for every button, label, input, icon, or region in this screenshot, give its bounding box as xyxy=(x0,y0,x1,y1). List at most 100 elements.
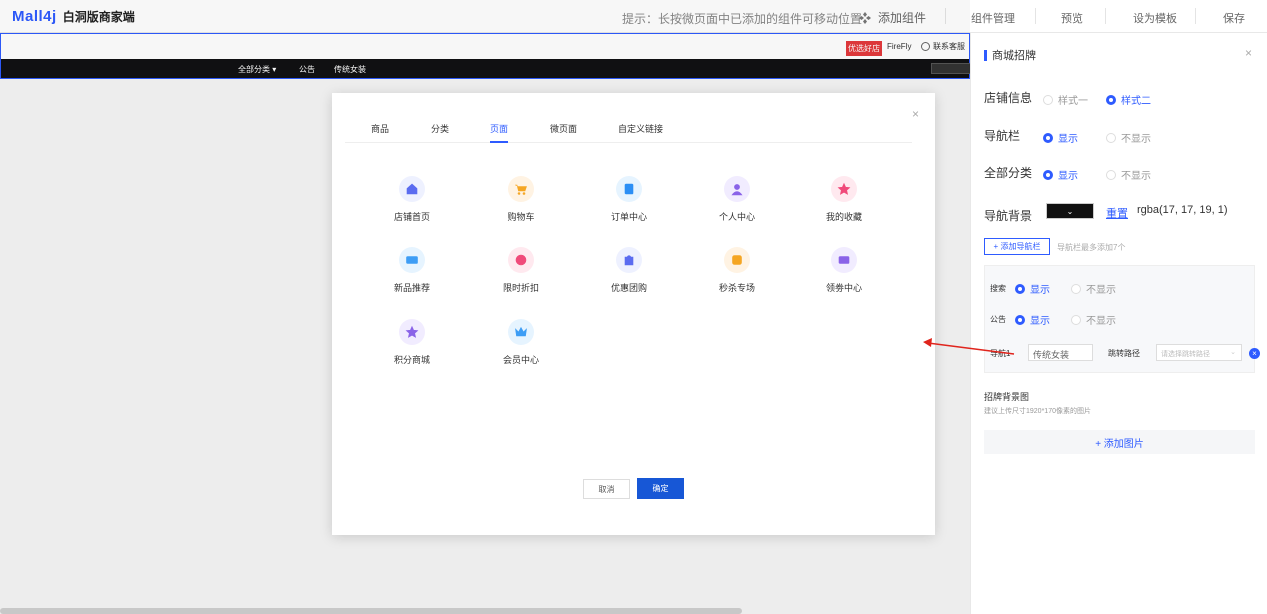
dialog-close-icon[interactable]: × xyxy=(912,107,919,121)
radio-navbar-hide[interactable]: 不显示 xyxy=(1106,130,1151,145)
jump-path-label: 跳转路径 xyxy=(1108,349,1140,358)
nav-bg-label: 导航背景 xyxy=(984,209,1033,223)
page-item[interactable]: 新品推荐 xyxy=(377,247,447,294)
cancel-button[interactable]: 取消 xyxy=(583,479,630,499)
radio-label: 显示 xyxy=(1058,134,1078,145)
jump-path-select[interactable]: 请选择跳转路径 ⌄ xyxy=(1156,344,1242,361)
radio-dot xyxy=(1071,314,1081,325)
coupon-icon xyxy=(831,247,857,273)
new-icon xyxy=(399,247,425,273)
radio-dot xyxy=(1106,94,1116,105)
radio-dot xyxy=(1043,169,1053,180)
radio-category-show[interactable]: 显示 xyxy=(1043,167,1078,182)
page-item-label: 店铺首页 xyxy=(393,212,430,222)
radio-dot xyxy=(1043,94,1053,105)
points-icon xyxy=(399,319,425,345)
panel-title-text: 商城招牌 xyxy=(992,50,1036,62)
divider xyxy=(1035,8,1036,24)
discount-icon xyxy=(508,247,534,273)
panel-title: 商城招牌 xyxy=(984,47,1036,63)
page-item[interactable]: 个人中心 xyxy=(702,176,772,223)
chevron-down-icon: ⌄ xyxy=(1230,349,1236,356)
page-item[interactable]: 秒杀专场 xyxy=(702,247,772,294)
radio-dot xyxy=(1043,132,1053,143)
red-arrow-annotation xyxy=(923,338,1015,355)
page-item[interactable]: 会员中心 xyxy=(486,319,556,366)
dialog-tabs: 商品 分类 页面 微页面 自定义链接 xyxy=(345,122,912,143)
tab-page[interactable]: 页面 xyxy=(490,122,509,143)
navbar-label: 导航栏 xyxy=(984,129,1021,143)
page-item-label: 个人中心 xyxy=(718,212,755,222)
nav-config-block: 搜索 显示 不显示 公告 显示 不显示 导航1 传统女装 跳转路径 请选择跳转路… xyxy=(984,265,1260,373)
bg-image-tip: 建议上传尺寸1920*170像素的图片 xyxy=(984,408,1091,415)
tab-product[interactable]: 商品 xyxy=(371,122,389,143)
page-item-label: 优惠团购 xyxy=(610,283,647,293)
page-item[interactable]: 优惠团购 xyxy=(594,247,664,294)
radio-navbar-show[interactable]: 显示 xyxy=(1043,130,1078,145)
page-item[interactable]: 限时折扣 xyxy=(486,247,556,294)
radio-label: 样式二 xyxy=(1121,96,1151,107)
color-value: rgba(17, 17, 19, 1) xyxy=(1137,204,1228,216)
notice-label: 公告 xyxy=(990,315,1006,324)
page-item[interactable]: 订单中心 xyxy=(594,176,664,223)
tab-micro-page[interactable]: 微页面 xyxy=(550,122,577,143)
save-button[interactable]: 保存 xyxy=(1223,10,1245,26)
radio-dot xyxy=(1071,283,1081,294)
chevron-down-icon: ⌄ xyxy=(1066,206,1074,216)
jump-path-placeholder: 请选择跳转路径 xyxy=(1161,351,1210,358)
page-item-label: 秒杀专场 xyxy=(718,283,755,293)
radio-dot xyxy=(1015,314,1025,325)
remove-nav-icon[interactable]: × xyxy=(1249,348,1260,359)
radio-dot xyxy=(1106,169,1116,180)
divider xyxy=(1195,8,1196,24)
page-item-label: 限时折扣 xyxy=(502,283,539,293)
page-item-label: 积分商城 xyxy=(393,355,430,365)
vip-icon xyxy=(508,319,534,345)
page-item-label: 购物车 xyxy=(507,212,535,222)
panel-close-icon[interactable]: × xyxy=(1245,46,1252,60)
radio-category-hide[interactable]: 不显示 xyxy=(1106,167,1151,182)
radio-dot xyxy=(1015,283,1025,294)
title-accent-bar xyxy=(984,49,987,61)
tab-custom-link[interactable]: 自定义链接 xyxy=(618,122,663,143)
radio-style-two[interactable]: 样式二 xyxy=(1106,92,1151,107)
confirm-button[interactable]: 确定 xyxy=(637,478,684,499)
page-item-label: 会员中心 xyxy=(502,355,539,365)
search-label: 搜索 xyxy=(990,284,1006,293)
radio-style-one[interactable]: 样式一 xyxy=(1043,92,1088,107)
page-item[interactable]: 领劵中心 xyxy=(809,247,879,294)
preview-button[interactable]: 预览 xyxy=(1061,10,1083,26)
page-item[interactable]: 购物车 xyxy=(486,176,556,223)
radio-label: 不显示 xyxy=(1086,285,1116,296)
link-select-dialog: × 商品 分类 页面 微页面 自定义链接 店铺首页 购物车 订单中心 个人中心 我的收藏… xyxy=(332,93,935,535)
cart-icon xyxy=(508,176,534,202)
radio-notice-hide[interactable]: 不显示 xyxy=(1071,312,1116,327)
user-icon xyxy=(724,176,750,202)
store-info-label: 店铺信息 xyxy=(984,91,1033,105)
page-item-label: 订单中心 xyxy=(610,212,647,222)
horizontal-scrollbar[interactable] xyxy=(0,608,742,614)
page-item-label: 我的收藏 xyxy=(825,212,862,222)
radio-search-show[interactable]: 显示 xyxy=(1015,281,1050,296)
radio-label: 不显示 xyxy=(1121,134,1151,145)
tab-category[interactable]: 分类 xyxy=(431,122,449,143)
settings-panel: 商城招牌 × 店铺信息 样式一 样式二 导航栏 显示 不显示 全部分类 显示 不… xyxy=(970,33,1267,614)
radio-label: 显示 xyxy=(1030,316,1050,327)
radio-label: 显示 xyxy=(1058,171,1078,182)
radio-label: 显示 xyxy=(1030,285,1050,296)
page-item[interactable]: 我的收藏 xyxy=(809,176,879,223)
radio-dot xyxy=(1106,132,1116,143)
color-picker[interactable]: ⌄ xyxy=(1046,203,1094,219)
page-item[interactable]: 积分商城 xyxy=(377,319,447,366)
reset-link[interactable]: 重置 xyxy=(1106,205,1128,221)
radio-search-hide[interactable]: 不显示 xyxy=(1071,281,1116,296)
radio-label: 不显示 xyxy=(1086,316,1116,327)
set-template-button[interactable]: 设为模板 xyxy=(1133,10,1177,26)
page-item[interactable]: 店铺首页 xyxy=(377,176,447,223)
component-manage-button[interactable]: 组件管理 xyxy=(971,10,1015,26)
radio-notice-show[interactable]: 显示 xyxy=(1015,312,1050,327)
radio-label: 样式一 xyxy=(1058,96,1088,107)
nav1-name-input[interactable]: 传统女装 xyxy=(1028,344,1093,361)
add-nav-button[interactable]: + 添加导航栏 xyxy=(984,238,1050,255)
add-image-button[interactable]: + 添加图片 xyxy=(984,430,1255,454)
